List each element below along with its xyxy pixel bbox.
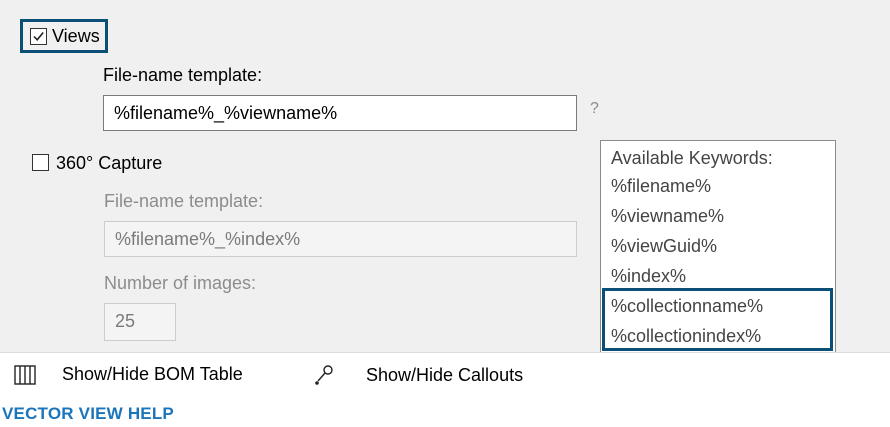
keyword-item: %viewGuid%	[611, 236, 718, 256]
capture360-template-input[interactable]: %filename%_%index%	[104, 221, 577, 257]
callouts-toggle-label: Show/Hide Callouts	[366, 364, 524, 385]
callout-pin-icon	[315, 365, 333, 385]
keyword-item: %filename%	[611, 176, 712, 196]
keywords-tooltip: Available Keywords: %filename% %viewname…	[600, 140, 836, 356]
keywords-highlight-box	[602, 288, 833, 351]
vector-view-help-link[interactable]: VECTOR VIEW HELP	[2, 404, 174, 424]
keyword-item: %index%	[611, 266, 687, 286]
capture360-label[interactable]: 360° Capture	[56, 152, 162, 174]
keyword-item: %viewname%	[611, 206, 725, 226]
check-icon	[33, 31, 44, 41]
views-label: Views	[52, 26, 100, 46]
image-count-input[interactable]: 25	[104, 303, 176, 341]
capture360-checkbox[interactable]	[32, 154, 49, 171]
views-template-input[interactable]: %filename%_%viewname%	[103, 95, 577, 131]
keywords-title: Available Keywords:	[611, 148, 773, 168]
callouts-toggle-button[interactable]: Show/Hide Callouts	[314, 364, 523, 386]
template-help-icon[interactable]: ?	[590, 100, 599, 118]
table-columns-icon	[14, 364, 36, 385]
bom-toggle-label: Show/Hide BOM Table	[62, 364, 243, 384]
views-option[interactable]: Views	[20, 19, 108, 53]
capture360-template-label: File-name template:	[104, 191, 264, 211]
views-template-label: File-name template:	[103, 65, 263, 85]
image-count-label: Number of images:	[104, 273, 257, 293]
views-checkbox[interactable]	[30, 27, 47, 45]
bottom-toolbar: Show/Hide BOM Table Show/Hide Callouts	[0, 352, 890, 397]
bom-toggle-button[interactable]: Show/Hide BOM Table	[14, 364, 243, 385]
